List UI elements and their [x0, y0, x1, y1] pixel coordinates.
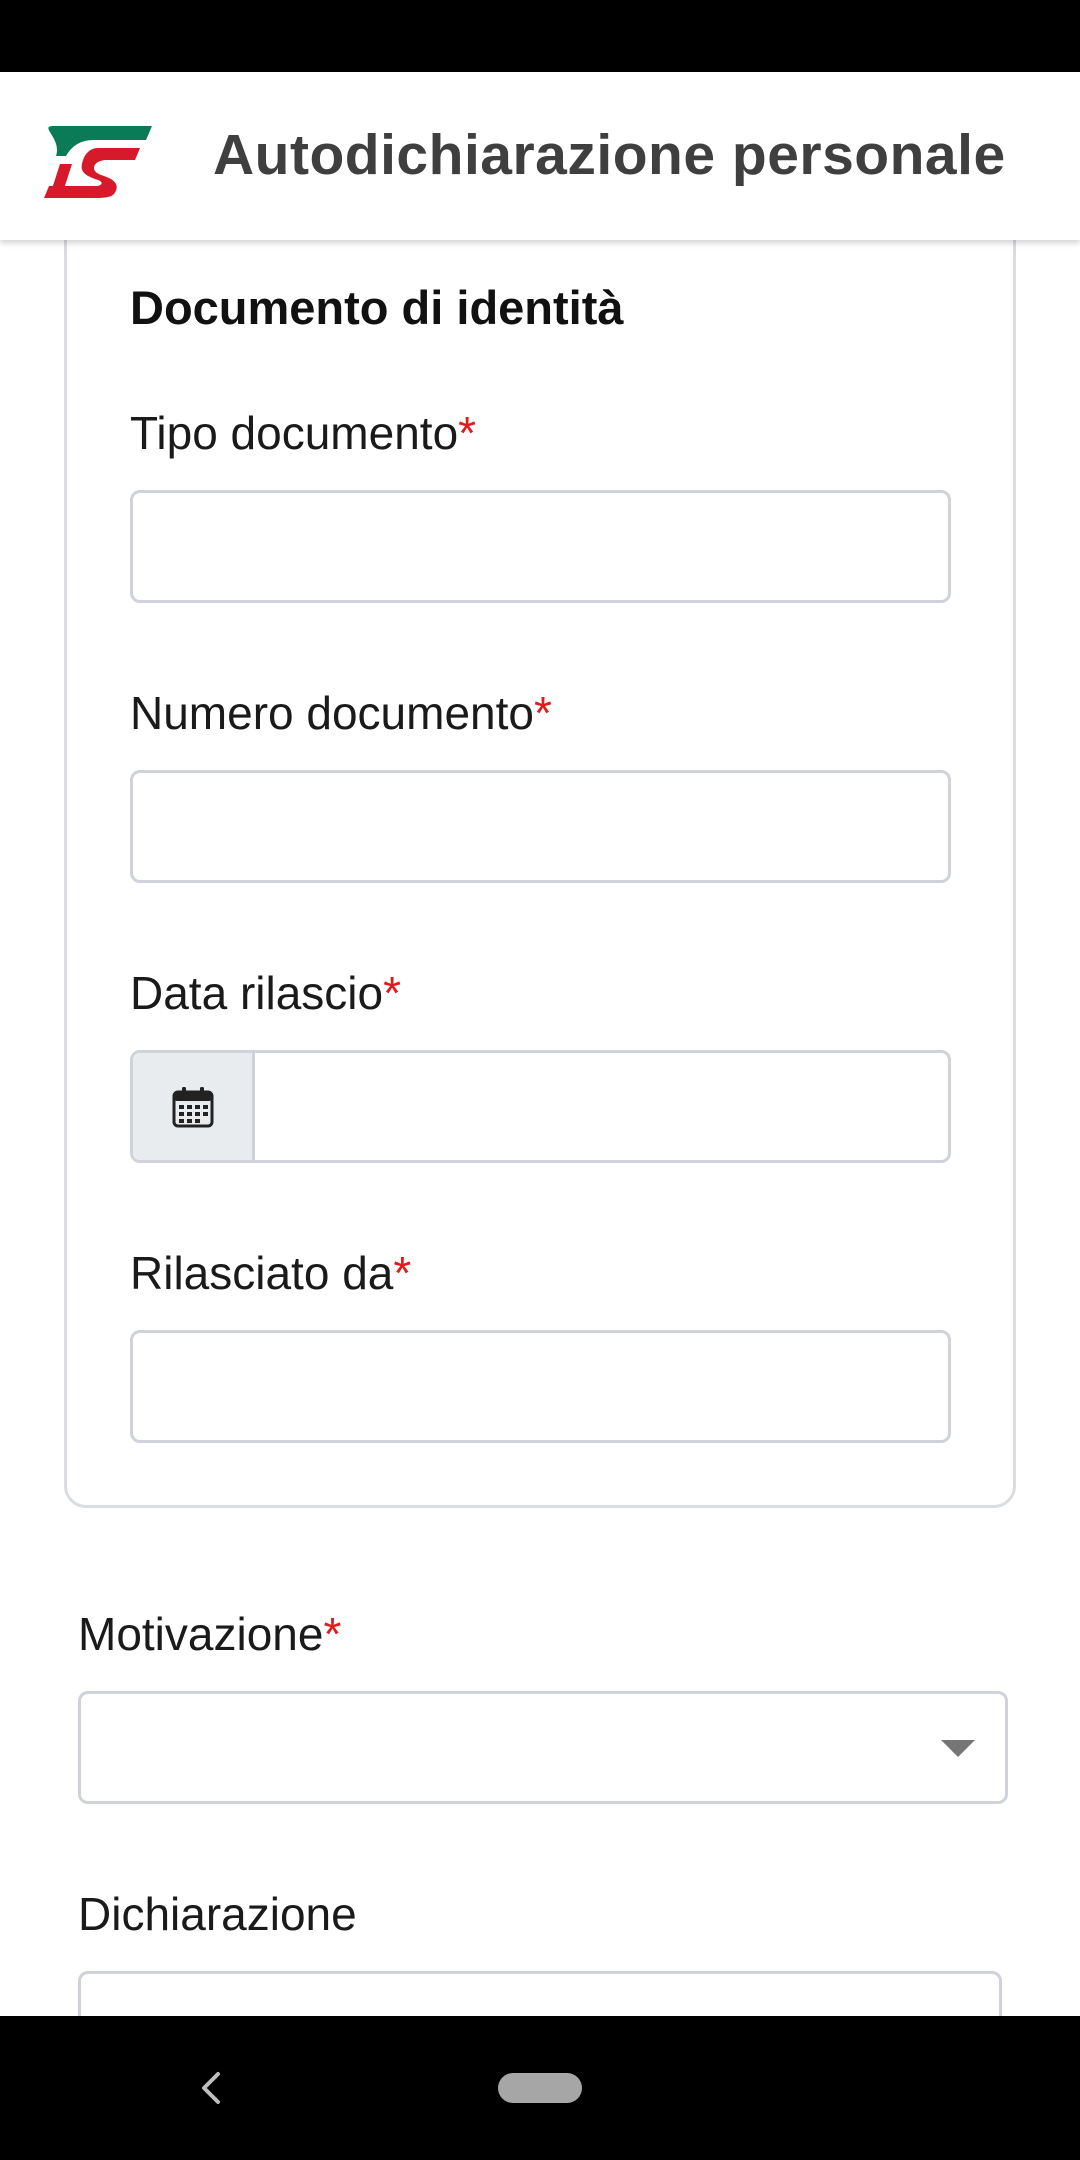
caret-down-icon: [941, 1740, 975, 1757]
motivation-select[interactable]: [78, 1691, 1008, 1804]
calendar-button[interactable]: [133, 1053, 255, 1160]
issue-date-label: Data rilascio*: [130, 967, 401, 1019]
app-title: Autodichiarazione personale: [213, 123, 1006, 187]
home-pill-icon[interactable]: [498, 2073, 582, 2103]
declaration-textarea[interactable]: [78, 1971, 1002, 2016]
status-bar: [0, 0, 1080, 72]
required-marker: *: [458, 407, 477, 459]
document-type-label: Tipo documento*: [130, 407, 477, 459]
document-type-input[interactable]: [130, 490, 951, 603]
document-number-input[interactable]: [130, 770, 951, 883]
calendar-icon: [172, 1086, 213, 1127]
issue-date-field: [130, 1050, 951, 1163]
motivation-label: Motivazione*: [78, 1608, 342, 1660]
required-marker: *: [323, 1608, 342, 1660]
form-scroll-area[interactable]: Documento di identità Tipo documento* Nu…: [0, 72, 1080, 2016]
required-marker: *: [533, 687, 552, 739]
required-marker: *: [383, 967, 401, 1019]
app-bar: Autodichiarazione personale: [0, 72, 1080, 240]
system-navigation-bar: [0, 2016, 1080, 2160]
required-marker: *: [393, 1247, 412, 1299]
issued-by-input[interactable]: [130, 1330, 951, 1443]
document-number-label: Numero documento*: [130, 687, 552, 739]
issued-by-label: Rilasciato da*: [130, 1247, 412, 1299]
back-chevron-icon[interactable]: [196, 2068, 226, 2108]
identity-card-title: Documento di identità: [130, 281, 624, 334]
declaration-label: Dichiarazione: [78, 1888, 357, 1940]
issue-date-input[interactable]: [255, 1053, 948, 1160]
trenitalia-logo-icon: [44, 126, 152, 198]
